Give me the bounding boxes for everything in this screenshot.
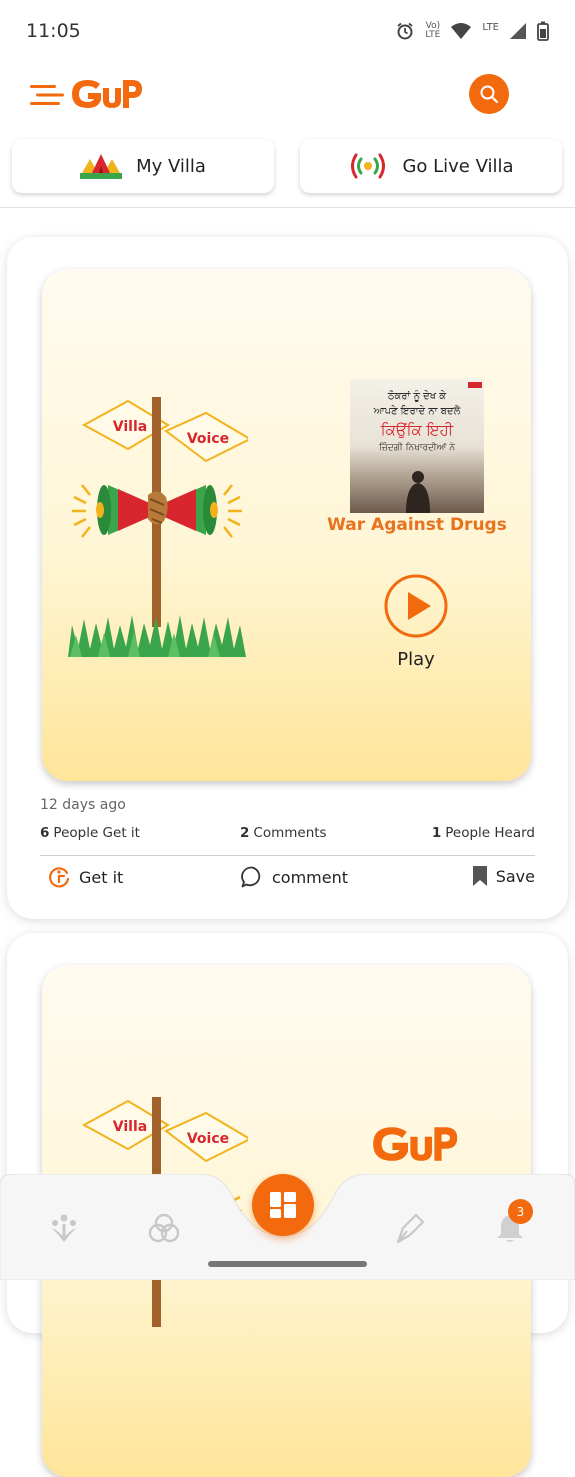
- get-it-count: 6: [40, 825, 50, 841]
- thumb-line-2: ਆਪਣੇ ਇਰਾਦੇ ਨਾ ਬਦਲੋ: [373, 406, 461, 417]
- nav-create[interactable]: [390, 1208, 430, 1248]
- app-header: [0, 62, 575, 130]
- thumb-line-4: ਜ਼ਿੰਦਗੀ ਨਿਖਾਰਦੀਆਂ ਨੇ: [379, 443, 455, 453]
- sign-left-text: Villa: [113, 1119, 147, 1135]
- signal-icon: [510, 23, 526, 39]
- thumb-person-silhouette: [406, 471, 430, 513]
- heard-count: 1: [431, 825, 442, 841]
- battery-icon: [537, 21, 549, 41]
- get-it-icon: [49, 867, 70, 888]
- play-button[interactable]: [383, 573, 449, 639]
- sign-left-text: Villa: [113, 419, 147, 435]
- go-live-villa-label: Go Live Villa: [402, 155, 514, 177]
- comment-label: comment: [272, 867, 349, 887]
- villa-voice-sign: Villa Voice: [81, 399, 248, 463]
- circles-icon: [148, 1213, 180, 1243]
- menu-icon[interactable]: [30, 82, 64, 108]
- get-it-button[interactable]: Get it: [47, 865, 123, 889]
- comment-icon: [241, 866, 261, 888]
- get-it-stat-label: People Get it: [53, 825, 140, 841]
- play-label: Play: [397, 649, 435, 670]
- save-button[interactable]: Save: [472, 865, 535, 887]
- grid-icon: [270, 1192, 296, 1218]
- sign-right-text: Voice: [187, 1131, 229, 1147]
- bookmark-icon: [472, 866, 487, 886]
- thumb-line-1: ਠੋਕਰਾਂ ਨੂੰ ਦੇਖ ਕੇ: [387, 391, 447, 402]
- sign-right-text: Voice: [187, 431, 229, 447]
- comments-stat[interactable]: 2 Comments: [240, 825, 327, 841]
- search-icon: [480, 85, 499, 104]
- status-bar: 11:05 Vo) LTE LTE: [0, 0, 575, 62]
- pen-nib-icon: [396, 1213, 425, 1244]
- status-icons: Vo) LTE LTE: [395, 21, 549, 41]
- get-it-stat[interactable]: 6 People Get it: [40, 825, 140, 841]
- my-villa-label: My Villa: [136, 155, 206, 177]
- save-label: Save: [495, 866, 535, 886]
- villa-tabs: My Villa Go Live Villa: [0, 139, 575, 193]
- alarm-icon: [397, 22, 413, 40]
- post-card: Villa Voice: [7, 237, 568, 919]
- thumb-line-3: ਕਿਉਂਕਿ ਇਹੀ: [380, 421, 454, 439]
- villa-voice-megaphone-art: Villa Voice: [68, 397, 248, 657]
- nav-community[interactable]: [44, 1208, 84, 1248]
- community-icon: [52, 1214, 76, 1242]
- status-time: 11:05: [26, 20, 81, 42]
- nav-home-fab[interactable]: [252, 1174, 314, 1236]
- comments-count: 2: [240, 825, 250, 841]
- post-media[interactable]: Villa Voice: [42, 269, 531, 781]
- notification-badge: 3: [508, 1199, 533, 1224]
- channel-badge: [468, 382, 482, 388]
- gup-logo: [373, 1127, 458, 1161]
- gup-logo: [72, 80, 142, 108]
- get-it-label: Get it: [79, 867, 124, 887]
- volte-indicator: Vo) LTE: [425, 21, 441, 40]
- wifi-icon: [451, 23, 472, 39]
- post-title[interactable]: War Against Drugs: [312, 515, 522, 535]
- nav-circles[interactable]: [144, 1208, 184, 1248]
- post-stats: 6 People Get it 2 Comments 1 People Heard: [40, 825, 535, 847]
- my-villa-button[interactable]: My Villa: [12, 139, 274, 193]
- home-indicator[interactable]: [208, 1261, 367, 1267]
- go-live-villa-button[interactable]: Go Live Villa: [300, 139, 562, 193]
- heard-stat-label: People Heard: [445, 825, 535, 841]
- post-divider: [40, 855, 535, 856]
- post-timestamp: 12 days ago: [40, 797, 126, 813]
- live-broadcast-icon: [351, 153, 386, 179]
- header-divider: [0, 207, 575, 208]
- comments-stat-label: Comments: [253, 825, 327, 841]
- comment-button[interactable]: comment: [240, 865, 348, 889]
- lte-label: LTE: [482, 22, 499, 33]
- villa-tents-icon: [80, 154, 123, 179]
- post-actions: Get it comment Save: [40, 865, 535, 895]
- heard-stat[interactable]: 1 People Heard: [432, 825, 535, 841]
- post-thumbnail[interactable]: ਠੋਕਰਾਂ ਨੂੰ ਦੇਖ ਕੇ ਆਪਣੇ ਇਰਾਦੇ ਨਾ ਬਦਲੋ ਕਿਉ…: [350, 379, 484, 513]
- search-button[interactable]: [469, 74, 509, 114]
